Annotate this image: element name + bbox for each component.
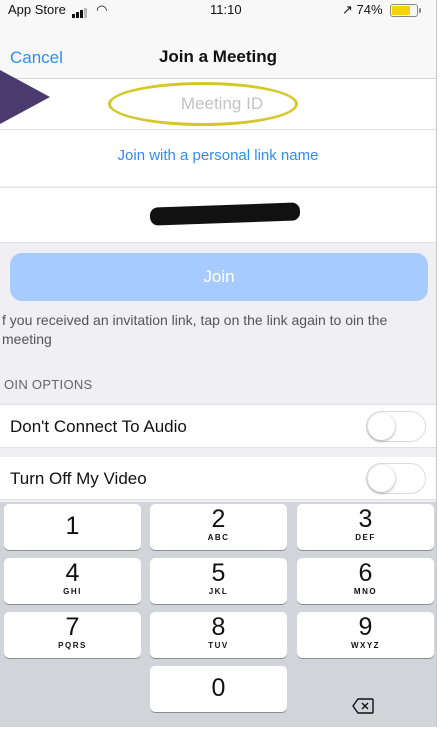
signal-icon (72, 3, 88, 19)
key-3[interactable]: 3 DEF (297, 504, 434, 550)
audio-toggle[interactable] (366, 411, 426, 442)
battery-icon (390, 4, 421, 17)
wifi-icon: ◠ (96, 2, 108, 17)
option-row-audio: Don't Connect To Audio (0, 404, 436, 448)
display-name-row[interactable] (0, 187, 436, 243)
key-5[interactable]: 5 JKL (150, 558, 287, 604)
app-screen: App Store ◠ 11:10 ↗ 74% Cancel Join a Me… (0, 0, 437, 727)
meeting-id-row (0, 79, 436, 130)
key-6[interactable]: 6 MNO (297, 558, 434, 604)
key-2[interactable]: 2 ABC (150, 504, 287, 550)
personal-link-row: Join with a personal link name (0, 130, 436, 186)
status-time: 11:10 (210, 2, 242, 17)
option-label-audio: Don't Connect To Audio (10, 417, 187, 436)
video-toggle[interactable] (366, 463, 426, 494)
key-4[interactable]: 4 GHI (4, 558, 141, 604)
redacted-name (149, 202, 301, 226)
join-button[interactable]: Join (10, 253, 428, 301)
key-1[interactable]: 1 (4, 504, 141, 550)
section-title: OIN OPTIONS (4, 377, 93, 392)
option-label-video: Turn Off My Video (10, 469, 147, 488)
key-9[interactable]: 9 WXYZ (297, 612, 434, 658)
battery-percent: 74% (356, 2, 383, 17)
key-7[interactable]: 7 PQRS (4, 612, 141, 658)
personal-link-button[interactable]: Join with a personal link name (0, 147, 436, 164)
navigation-bar: Cancel Join a Meeting (0, 20, 436, 79)
key-8[interactable]: 8 TUV (150, 612, 287, 658)
backspace-icon (352, 698, 374, 714)
invitation-note: f you received an invitation link, tap o… (2, 312, 388, 347)
carrier-label: App Store (8, 2, 66, 17)
meeting-id-input[interactable] (120, 87, 324, 121)
key-0[interactable]: 0 (150, 666, 287, 712)
page-title: Join a Meeting (158, 47, 278, 66)
option-row-video: Turn Off My Video (0, 457, 436, 500)
delete-key[interactable] (300, 692, 426, 722)
status-bar: App Store ◠ 11:10 ↗ 74% (0, 0, 436, 20)
annotation-triangle (0, 70, 50, 124)
